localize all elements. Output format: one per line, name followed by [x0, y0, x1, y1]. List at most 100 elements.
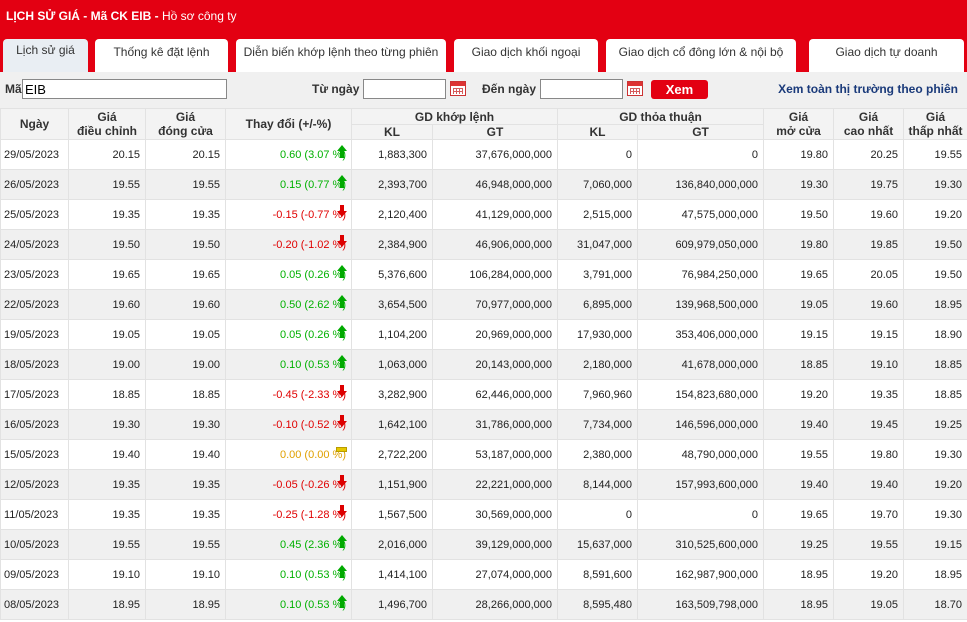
tab-order-statistics[interactable]: Thống kê đặt lệnh: [95, 39, 228, 72]
matched-value-cell: 46,906,000,000: [431, 229, 559, 260]
close-price-cell: 19.35: [145, 469, 226, 500]
negotiated-value-cell: 154,823,680,000: [637, 379, 765, 410]
change-value: -0.15 (-0.77 %): [272, 208, 346, 221]
negotiated-volume-cell: 31,047,000: [557, 229, 639, 260]
matched-value-cell: 20,969,000,000: [431, 319, 559, 350]
negotiated-volume-cell: 8,591,600: [557, 559, 639, 590]
calendar-icon[interactable]: [627, 81, 643, 96]
open-price-cell: 18.95: [763, 559, 835, 590]
change-cell: -0.15 (-0.77 %): [225, 199, 352, 230]
matched-value-cell: 41,129,000,000: [431, 199, 559, 230]
col-group-negotiated: GD thỏa thuận: [557, 108, 765, 125]
matched-value-cell: 28,266,000,000: [431, 589, 559, 620]
change-value: -0.20 (-1.02 %): [272, 238, 346, 251]
date-cell: 23/05/2023: [0, 259, 69, 290]
date-cell: 11/05/2023: [0, 499, 69, 530]
low-price-cell: 18.70: [903, 589, 967, 620]
to-date-input[interactable]: [540, 79, 623, 99]
negotiated-volume-cell: 17,930,000: [557, 319, 639, 350]
close-price-cell: 18.95: [145, 589, 226, 620]
table-row: 10/05/2023 19.55 19.55 0.45 (2.36 %) 2,016,0…: [0, 529, 967, 560]
negotiated-value-cell: 41,678,000,000: [637, 349, 765, 380]
adjusted-price-cell: 19.40: [68, 439, 146, 470]
change-cell: -0.45 (-2.33 %): [225, 379, 352, 410]
open-price-cell: 19.30: [763, 169, 835, 200]
low-price-cell: 19.30: [903, 499, 967, 530]
calendar-icon[interactable]: [450, 81, 466, 96]
date-cell: 25/05/2023: [0, 199, 69, 230]
arrow-up-icon: [337, 265, 347, 278]
adjusted-price-cell: 19.35: [68, 469, 146, 500]
table-row: 25/05/2023 19.35 19.35 -0.15 (-0.77 %) 2,120…: [0, 199, 967, 230]
low-price-cell: 18.95: [903, 559, 967, 590]
adjusted-price-cell: 18.95: [68, 589, 146, 620]
negotiated-value-cell: 139,968,500,000: [637, 289, 765, 320]
matched-volume-cell: 1,883,300: [351, 139, 433, 170]
table-row: 15/05/2023 19.40 19.40 0.00 (0.00 %) 2,722,2…: [0, 439, 967, 470]
symbol-input[interactable]: [22, 79, 227, 99]
tab-bar: Lịch sử giá Thống kê đặt lệnh Diễn biến …: [0, 36, 967, 72]
change-cell: -0.05 (-0.26 %): [225, 469, 352, 500]
low-price-cell: 19.25: [903, 409, 967, 440]
high-price-cell: 19.80: [833, 439, 905, 470]
adjusted-price-cell: 19.60: [68, 289, 146, 320]
date-cell: 22/05/2023: [0, 289, 69, 320]
tab-foreign-trading[interactable]: Giao dịch khối ngoại: [454, 39, 598, 72]
close-price-cell: 19.60: [145, 289, 226, 320]
adjusted-price-cell: 19.50: [68, 229, 146, 260]
open-price-cell: 19.65: [763, 259, 835, 290]
open-price-cell: 19.80: [763, 229, 835, 260]
market-session-link[interactable]: Xem toàn thị trường theo phiên: [778, 82, 958, 96]
high-price-cell: 19.45: [833, 409, 905, 440]
negotiated-value-cell: 310,525,600,000: [637, 529, 765, 560]
arrow-down-icon: [337, 235, 347, 248]
high-price-cell: 19.75: [833, 169, 905, 200]
low-price-cell: 18.85: [903, 349, 967, 380]
adjusted-price-cell: 19.10: [68, 559, 146, 590]
negotiated-value-cell: 48,790,000,000: [637, 439, 765, 470]
high-price-cell: 19.15: [833, 319, 905, 350]
close-price-cell: 19.10: [145, 559, 226, 590]
col-adjusted-price: Giá điều chỉnh: [68, 108, 146, 140]
adjusted-price-cell: 19.05: [68, 319, 146, 350]
close-price-cell: 19.35: [145, 199, 226, 230]
change-cell: -0.20 (-1.02 %): [225, 229, 352, 260]
negotiated-volume-cell: 8,595,480: [557, 589, 639, 620]
change-cell: 0.10 (0.53 %): [225, 349, 352, 380]
tab-proprietary-trading[interactable]: Giao dịch tự doanh: [809, 39, 964, 72]
close-price-cell: 19.50: [145, 229, 226, 260]
col-low-price: Giá thấp nhất: [903, 108, 967, 140]
close-price-cell: 19.05: [145, 319, 226, 350]
negotiated-value-cell: 163,509,798,000: [637, 589, 765, 620]
col-close-price: Giá đóng cửa: [145, 108, 226, 140]
view-button[interactable]: Xem: [651, 80, 708, 99]
low-price-cell: 19.15: [903, 529, 967, 560]
tab-matching-by-session[interactable]: Diễn biến khớp lệnh theo từng phiên: [236, 39, 446, 72]
adjusted-price-cell: 19.35: [68, 199, 146, 230]
negotiated-volume-cell: 7,960,960: [557, 379, 639, 410]
matched-volume-cell: 3,282,900: [351, 379, 433, 410]
negotiated-volume-cell: 0: [557, 139, 639, 170]
arrow-up-icon: [337, 295, 347, 308]
close-price-cell: 19.30: [145, 409, 226, 440]
matched-volume-cell: 1,104,200: [351, 319, 433, 350]
negotiated-volume-cell: 0: [557, 499, 639, 530]
tab-major-shareholder-trading[interactable]: Giao dịch cổ đông lớn & nội bộ: [606, 39, 796, 72]
change-cell: 0.10 (0.53 %): [225, 589, 352, 620]
arrow-down-icon: [337, 415, 347, 428]
matched-value-cell: 30,569,000,000: [431, 499, 559, 530]
adjusted-price-cell: 19.00: [68, 349, 146, 380]
col-change: Thay đổi (+/-%): [225, 108, 352, 140]
close-price-cell: 19.65: [145, 259, 226, 290]
negotiated-value-cell: 76,984,250,000: [637, 259, 765, 290]
col-matched-volume: KL: [351, 124, 433, 140]
negotiated-value-cell: 136,840,000,000: [637, 169, 765, 200]
high-price-cell: 19.05: [833, 589, 905, 620]
tab-price-history[interactable]: Lịch sử giá: [3, 39, 88, 72]
adjusted-price-cell: 19.65: [68, 259, 146, 290]
from-date-input[interactable]: [363, 79, 446, 99]
table-row: 19/05/2023 19.05 19.05 0.05 (0.26 %) 1,104,2…: [0, 319, 967, 350]
matched-value-cell: 20,143,000,000: [431, 349, 559, 380]
company-profile-link[interactable]: Hồ sơ công ty: [162, 9, 237, 23]
low-price-cell: 19.55: [903, 139, 967, 170]
